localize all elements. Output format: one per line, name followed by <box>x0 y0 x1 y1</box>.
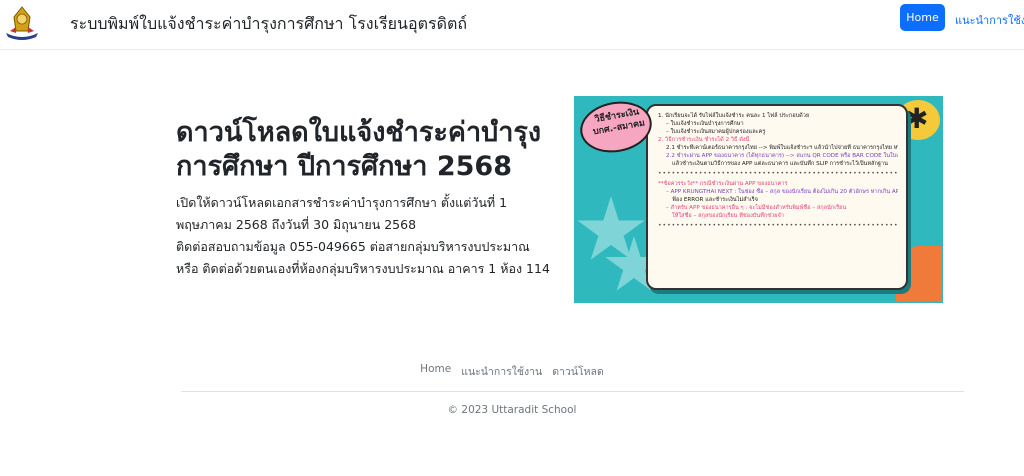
payment-instructions-banner: ✱ 1. นักเรียนจะได้ รับไฟล์ใบแจ้งชำระ คนล… <box>574 96 943 303</box>
dotted-divider: ••••••••••••••••••••••••••••••••••••••••… <box>658 222 898 229</box>
footer-nav: Home แนะนำการใช้งาน ดาวน์โหลด <box>0 363 1024 380</box>
instruction-line: – สำหรับ APP ของธนาคารอื่น ๆ : จะไม่มีช่… <box>666 205 847 211</box>
copyright: © 2023 Uttaradit School <box>447 404 577 416</box>
instruction-line: 1. นักเรียนจะได้ รับไฟล์ใบแจ้งชำระ คนละ … <box>658 113 810 119</box>
footer-divider <box>181 391 964 392</box>
instruction-paper: 1. นักเรียนจะได้ รับไฟล์ใบแจ้งชำระ คนละ … <box>646 104 908 290</box>
instruction-line: 2.1 ชำระที่เคาน์เตอร์ธนาคารกรุงไทย --> พ… <box>666 145 898 151</box>
school-logo-icon[interactable] <box>2 3 42 43</box>
guide-link[interactable]: แนะนำการใช้งาน <box>955 11 1024 29</box>
hero-description-line: ติดต่อสอบถามข้อมูล 055-049665 ต่อสายกลุ่… <box>176 239 550 276</box>
instruction-line: – ใบแจ้งชำระเงินสมาคมผู้ปกครองและครู <box>666 129 766 135</box>
footer-link-download[interactable]: ดาวน์โหลด <box>552 363 604 380</box>
dotted-divider: ••••••••••••••••••••••••••••••••••••••••… <box>658 170 898 177</box>
instruction-line: ให้ใส่ชื่อ – สกุลของนักเรียน ที่ช่องบันท… <box>672 213 784 219</box>
instruction-line: แล้วชำระเงินตามวิธีการของ APP แต่ละธนาคา… <box>672 161 888 167</box>
instruction-line: **ข้อควรระวัง** กรณีชำระเงินผ่าน APP ของ… <box>658 181 788 187</box>
footer-link-guide[interactable]: แนะนำการใช้งาน <box>461 363 542 380</box>
hero-title: ดาวน์โหลดใบแจ้งชำระค่าบำรุงการศึกษา ปีกา… <box>176 117 542 182</box>
footer-link-home[interactable]: Home <box>420 363 451 380</box>
instruction-line: – APP KRUNGTHAI NEXT : ในช่อง ชื่อ – สกุ… <box>666 189 898 195</box>
instruction-line: ฟ้อง ERROR และชำระเงินไม่สำเร็จ <box>672 197 758 203</box>
hero-description-line: เปิดให้ดาวน์โหลดเอกสารชำระค่าบำรุงการศึก… <box>176 195 508 232</box>
site-title: ระบบพิมพ์ใบแจ้งชำระค่าบำรุงการศึกษา โรงเ… <box>70 14 468 33</box>
instruction-line: 2.2 ชำระผ่าน APP ของธนาคาร (ได้ทุกธนาคาร… <box>666 153 898 159</box>
instruction-line: – ใบแจ้งชำระเงินบำรุงการศึกษา <box>666 121 744 127</box>
home-button[interactable]: Home <box>900 4 945 31</box>
asterisk-icon: ✱ <box>905 102 929 135</box>
instruction-line: 2. วิธีการชำระเงิน ชำระได้ 2 วิธี ดังนี้ <box>658 137 750 143</box>
hero-description: เปิดให้ดาวน์โหลดเอกสารชำระค่าบำรุงการศึก… <box>176 192 556 280</box>
site-header: ระบบพิมพ์ใบแจ้งชำระค่าบำรุงการศึกษา โรงเ… <box>0 0 1024 50</box>
